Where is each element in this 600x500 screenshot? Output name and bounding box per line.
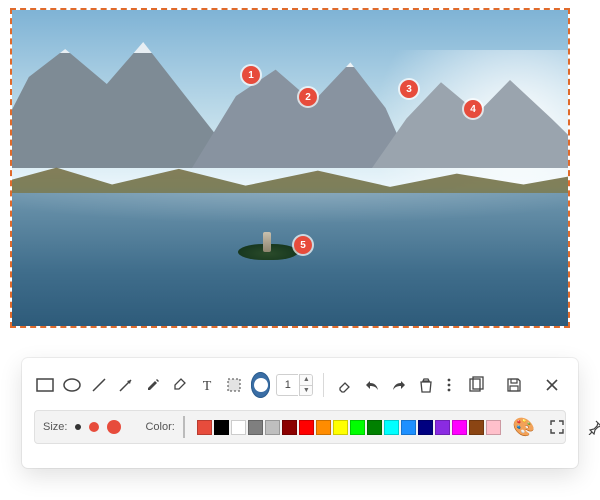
annotation-marker-2[interactable]: 2 — [299, 88, 317, 106]
swatch[interactable] — [333, 420, 348, 435]
more-options[interactable] — [442, 371, 456, 399]
swatch[interactable] — [282, 420, 297, 435]
annotation-marker-3[interactable]: 3 — [400, 80, 418, 98]
swatch[interactable] — [316, 420, 331, 435]
number-counter-stepper: ▲ ▼ — [299, 374, 313, 396]
redo-button[interactable] — [388, 371, 409, 399]
annotation-marker-4[interactable]: 4 — [464, 100, 482, 118]
pen-tool[interactable] — [142, 371, 163, 399]
highlighter-tool[interactable] — [169, 371, 190, 399]
annotation-toolbar: T 1 ▲ ▼ — [22, 358, 578, 468]
color-picker-icon[interactable]: 🎨 — [509, 418, 535, 436]
undo-button[interactable] — [361, 371, 382, 399]
window-actions — [543, 413, 600, 441]
style-row: Size: Color: — [34, 410, 566, 444]
size-picker — [75, 420, 121, 434]
swatch[interactable] — [401, 420, 416, 435]
delete-button[interactable] — [415, 371, 436, 399]
line-tool[interactable] — [88, 371, 109, 399]
number-tool[interactable] — [251, 372, 271, 398]
number-counter: 1 ▲ ▼ — [276, 373, 313, 397]
text-tool[interactable]: T — [197, 371, 218, 399]
swatch[interactable] — [486, 420, 501, 435]
swatch[interactable] — [350, 420, 365, 435]
counter-step-down[interactable]: ▼ — [300, 386, 312, 396]
eraser-tool[interactable] — [334, 371, 355, 399]
size-label: Size: — [43, 421, 67, 433]
tools-row: T 1 ▲ ▼ — [34, 368, 566, 402]
counter-step-up[interactable]: ▲ — [300, 375, 312, 386]
swatch[interactable] — [248, 420, 263, 435]
fullscreen-button[interactable] — [543, 413, 571, 441]
island — [238, 228, 298, 266]
blur-tool[interactable] — [224, 371, 245, 399]
captured-image — [12, 10, 568, 326]
swatch[interactable] — [265, 420, 280, 435]
arrow-tool[interactable] — [115, 371, 136, 399]
color-swatches — [197, 420, 501, 435]
capture-selection[interactable]: 1 2 3 4 5 — [10, 8, 570, 328]
current-color[interactable] — [183, 416, 185, 438]
size-small[interactable] — [75, 424, 81, 430]
size-large[interactable] — [107, 420, 121, 434]
output-actions — [462, 371, 566, 399]
separator — [323, 373, 324, 397]
swatch[interactable] — [197, 420, 212, 435]
swatch[interactable] — [452, 420, 467, 435]
ellipse-tool[interactable] — [61, 371, 82, 399]
swatch[interactable] — [469, 420, 484, 435]
size-medium[interactable] — [89, 422, 99, 432]
swatch[interactable] — [231, 420, 246, 435]
annotation-marker-1[interactable]: 1 — [242, 66, 260, 84]
number-counter-value[interactable]: 1 — [276, 374, 298, 396]
annotation-marker-5[interactable]: 5 — [294, 236, 312, 254]
swatch[interactable] — [435, 420, 450, 435]
copy-button[interactable] — [462, 371, 490, 399]
swatch[interactable] — [367, 420, 382, 435]
save-button[interactable] — [500, 371, 528, 399]
swatch[interactable] — [214, 420, 229, 435]
svg-text:T: T — [203, 379, 212, 392]
pin-button[interactable] — [581, 413, 600, 441]
swatch[interactable] — [384, 420, 399, 435]
swatch[interactable] — [418, 420, 433, 435]
color-label: Color: — [145, 421, 174, 433]
close-button[interactable] — [538, 371, 566, 399]
swatch[interactable] — [299, 420, 314, 435]
rectangle-tool[interactable] — [34, 371, 55, 399]
